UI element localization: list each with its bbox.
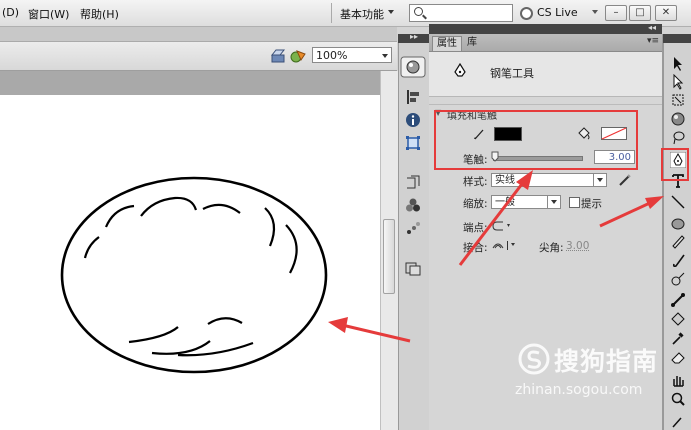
watermark: 搜狗指南 zhinan.sogou.com <box>513 338 688 404</box>
sogou-logo-icon <box>518 343 550 375</box>
arrow-to-canvas <box>328 317 411 343</box>
watermark-brand: 搜狗指南 <box>554 347 659 376</box>
watermark-url: zhinan.sogou.com <box>515 382 643 398</box>
arrow-to-panel <box>458 170 533 266</box>
arrow-to-pen-tool <box>599 196 664 228</box>
